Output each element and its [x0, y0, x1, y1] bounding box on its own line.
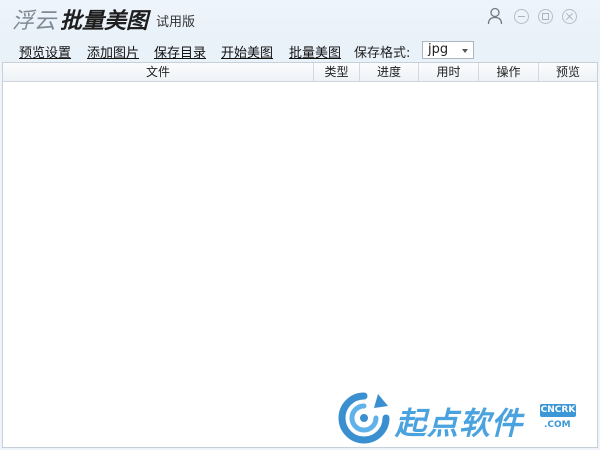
start-beautify-link[interactable]: 开始美图: [221, 42, 273, 61]
column-header-action[interactable]: 操作: [479, 63, 539, 81]
toolbar: 预览设置 添加图片 保存目录 开始美图 批量美图 保存格式: jpg: [0, 40, 600, 62]
app-title-part1: 浮云: [12, 9, 57, 34]
watermark-text: 起点软件: [395, 406, 523, 442]
edition-label: 试用版: [156, 15, 196, 30]
column-header-preview[interactable]: 预览: [539, 63, 597, 81]
minimize-icon[interactable]: [514, 9, 529, 24]
column-header-progress[interactable]: 进度: [360, 63, 419, 81]
table-header: 文件 类型 进度 用时 操作 预览: [3, 63, 597, 82]
save-format-select[interactable]: jpg: [422, 41, 474, 59]
column-header-file[interactable]: 文件: [3, 63, 314, 81]
column-header-time[interactable]: 用时: [419, 63, 479, 81]
user-icon[interactable]: [487, 7, 503, 25]
maximize-icon[interactable]: [538, 9, 553, 24]
save-format-value: jpg: [428, 42, 449, 57]
app-window: 浮云 批量美图 试用版 预览设置 添加图片 保存目录 开始美图 批量美图 保存格式…: [0, 0, 600, 450]
batch-beautify-link[interactable]: 批量美图: [289, 42, 341, 61]
preview-settings-link[interactable]: 预览设置: [19, 42, 71, 61]
watermark: 起点软件 CNCRK .COM: [338, 392, 590, 444]
dropdown-arrow-icon: [462, 49, 468, 53]
title-bar[interactable]: 浮云 批量美图 试用版: [0, 0, 600, 38]
app-title: 浮云 批量美图: [12, 3, 148, 35]
file-table: 文件 类型 进度 用时 操作 预览: [2, 62, 598, 448]
add-images-link[interactable]: 添加图片: [87, 42, 139, 61]
close-icon[interactable]: [562, 9, 577, 24]
save-directory-link[interactable]: 保存目录: [154, 42, 206, 61]
watermark-badge: CNCRK: [540, 404, 576, 417]
save-format-label: 保存格式:: [354, 46, 411, 61]
app-title-part2: 批量美图: [60, 9, 149, 34]
watermark-logo-icon: [338, 392, 390, 444]
column-header-type[interactable]: 类型: [314, 63, 360, 81]
watermark-domain: .COM: [544, 420, 571, 430]
